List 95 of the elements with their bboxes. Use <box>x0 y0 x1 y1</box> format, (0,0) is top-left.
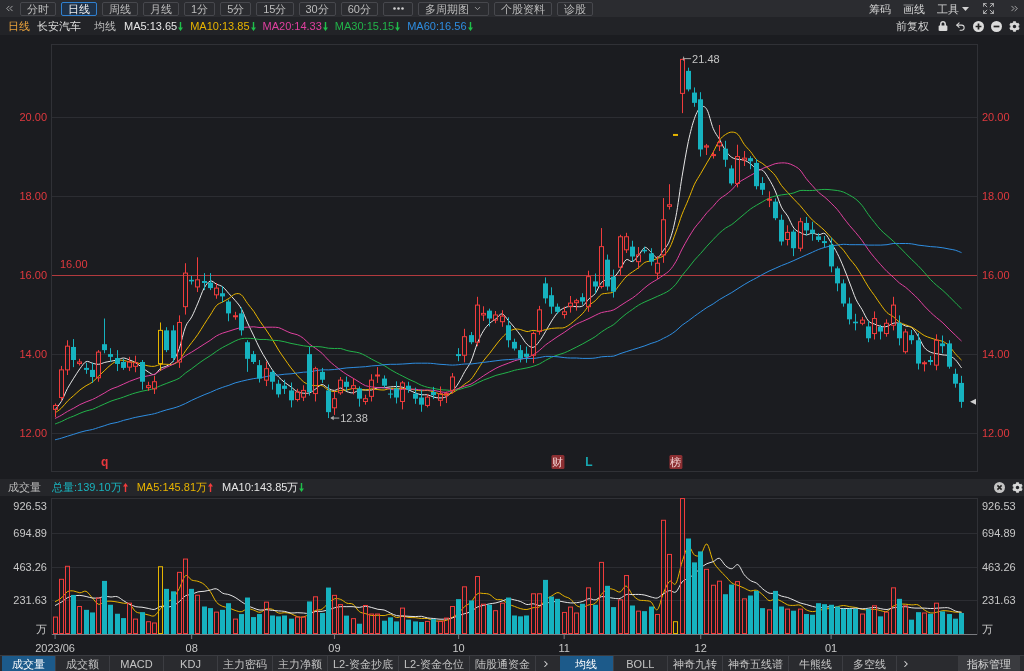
stock-name: 长安汽车 <box>37 18 81 34</box>
period-tab[interactable]: 分时 <box>20 1 56 16</box>
price-axis-label: 12.00 <box>19 427 47 440</box>
lock-icon[interactable] <box>938 21 948 31</box>
overlay-tab[interactable]: 神奇五线谱 <box>722 656 789 671</box>
volume-axis-label: 694.89 <box>13 527 47 540</box>
chevrons-left-icon[interactable] <box>4 3 15 14</box>
undo-icon[interactable] <box>955 20 966 32</box>
date-label: 08 <box>185 642 198 654</box>
overlay-tab[interactable]: 牛熊线 <box>788 656 843 671</box>
volume-axis-label: 463.26 <box>982 561 1016 573</box>
high-price-label: 21.48 <box>692 52 720 65</box>
indicator-tab[interactable]: 主力净额 <box>273 656 328 671</box>
toolbar-button[interactable]: 诊股 <box>557 1 593 16</box>
price-axis-label: 18.00 <box>982 190 1010 203</box>
minus-circle-icon[interactable] <box>991 20 1002 32</box>
indicator-tab[interactable]: L2-资金抄底 <box>328 656 399 671</box>
tool-button[interactable]: 画线 <box>903 1 925 16</box>
event-tag[interactable]: 财 <box>551 455 565 469</box>
date-label: 2023/06 <box>35 642 75 654</box>
moving-average-value: MA60:16.56 <box>407 20 467 32</box>
price-axis-label: 12.00 <box>982 427 1010 440</box>
volume-axis-label: 463.26 <box>13 561 47 573</box>
close-icon[interactable] <box>994 482 1005 493</box>
event-tag[interactable]: 榜 <box>669 455 683 469</box>
volume-title: 成交量 <box>8 480 41 495</box>
price-axis-label: 18.00 <box>19 190 47 203</box>
tools-menu-button[interactable]: 工具 <box>937 1 969 16</box>
event-letter[interactable]: q <box>101 455 109 469</box>
price-pointer-icon <box>970 398 976 405</box>
date-label: 12 <box>694 642 707 654</box>
period-tab[interactable]: 月线 <box>143 1 179 16</box>
indicator-tab[interactable]: 成交额 <box>56 656 110 671</box>
price-axis-label: 14.00 <box>982 348 1010 361</box>
indicator-tab[interactable]: 陆股通资金 <box>469 656 536 671</box>
more-button[interactable] <box>383 1 413 16</box>
more-icon <box>392 7 404 10</box>
volume-axis-label: 万 <box>982 623 993 635</box>
chevron-down-icon <box>473 4 482 13</box>
volume-axis-label: 231.63 <box>982 594 1016 607</box>
date-label: 01 <box>825 642 838 654</box>
indicator-manage-button[interactable]: 指标管理 <box>958 656 1020 671</box>
volume-axis-label: 231.63 <box>13 594 47 607</box>
price-axis-label: 20.00 <box>982 111 1010 124</box>
date-label: 10 <box>452 642 465 654</box>
volume-axis-label: 万 <box>36 623 47 635</box>
indicator-tab[interactable]: 成交量 <box>2 656 56 671</box>
period-tab[interactable]: 30分 <box>298 1 336 16</box>
indicator-tab[interactable]: L2-资金仓位 <box>398 656 470 671</box>
price-axis-label: 16.00 <box>982 269 1010 282</box>
volume-axis-label: 926.53 <box>13 500 47 512</box>
indicator-label: 均线 <box>94 18 116 34</box>
low-price-label: 12.38 <box>340 412 368 425</box>
chevrons-right-icon[interactable] <box>1009 3 1020 14</box>
event-letter[interactable]: L <box>585 455 593 469</box>
caret-icon <box>962 6 969 11</box>
volume-total: 总量:139.10万 <box>52 480 122 495</box>
moving-average-value: MA30:15.15 <box>334 20 395 32</box>
leader-arrow <box>330 415 340 421</box>
period-tab[interactable]: 日线 <box>61 1 97 16</box>
overlay-tab[interactable]: 均线 <box>559 656 614 671</box>
volume-axis-label: 926.53 <box>982 500 1016 512</box>
plus-circle-icon[interactable] <box>973 20 984 32</box>
fullscreen-icon[interactable] <box>982 2 995 15</box>
moving-average-value: MA10:13.85 <box>190 20 250 32</box>
tool-button[interactable]: 筹码 <box>869 1 891 16</box>
period-tab[interactable]: 5分 <box>220 1 252 16</box>
multi-period-button[interactable]: 多周期图 <box>418 1 489 16</box>
overlay-tab[interactable]: 神奇九转 <box>667 656 723 671</box>
period-tab[interactable]: 1分 <box>184 1 216 16</box>
toolbar-button[interactable]: 个股资料 <box>494 1 552 16</box>
leader-line <box>682 56 692 62</box>
indicator-tab[interactable]: KDJ <box>164 656 218 671</box>
price-axis-label: 16.00 <box>19 269 47 282</box>
period-tab[interactable]: 15分 <box>256 1 294 16</box>
moving-average-value: MA20:14.33 <box>262 20 322 32</box>
indicator-tab[interactable]: 主力密码 <box>218 656 273 671</box>
moving-average-value: MA5:13.65 <box>124 20 178 32</box>
adjustment-dropdown[interactable]: 前复权 <box>896 19 929 33</box>
price-axis-label: 20.00 <box>19 111 47 124</box>
date-label: 11 <box>558 642 570 654</box>
period-tab[interactable]: 周线 <box>102 1 138 16</box>
volume-axis-label: 694.89 <box>982 527 1016 540</box>
price-line-label: 16.00 <box>60 258 88 271</box>
period-label: 日线 <box>8 18 30 34</box>
overlay-tab[interactable]: 多空线 <box>842 656 897 671</box>
period-tab[interactable]: 60分 <box>340 1 378 16</box>
volume-average-value: MA5:145.81万 <box>136 480 208 495</box>
volume-average-value: MA10:143.85万 <box>222 480 299 495</box>
settings-icon[interactable] <box>1009 20 1020 32</box>
indicator-tab[interactable]: MACD <box>110 656 164 671</box>
date-label: 09 <box>328 642 341 654</box>
price-axis-label: 14.00 <box>19 348 47 361</box>
overlay-tab[interactable]: BOLL <box>613 656 668 671</box>
settings-icon[interactable] <box>1012 482 1023 493</box>
